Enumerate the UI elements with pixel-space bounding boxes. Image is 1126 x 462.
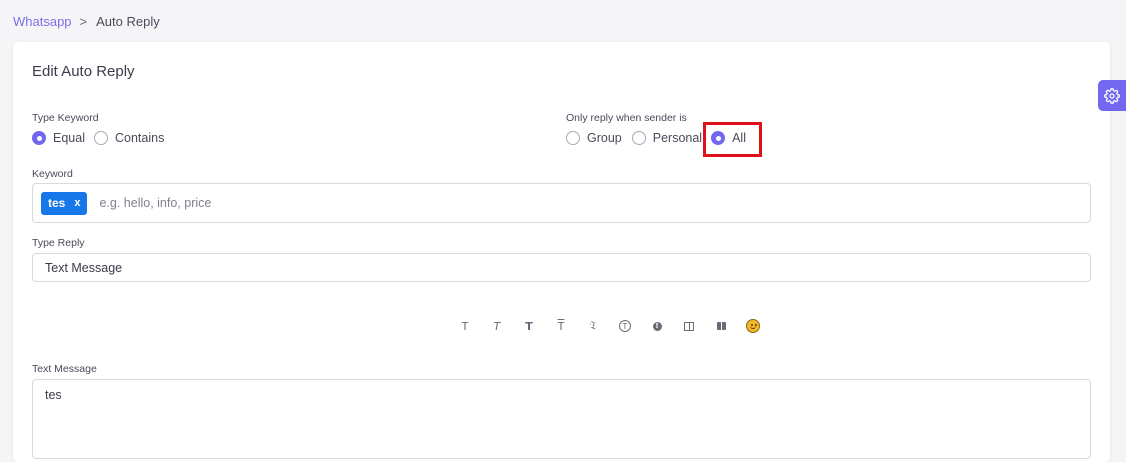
edit-auto-reply-card: Edit Auto Reply Type Keyword Equal Conta… (13, 42, 1110, 462)
columns-icon[interactable] (673, 321, 705, 331)
breadcrumb-separator: > (79, 13, 88, 29)
gear-icon (1104, 87, 1120, 104)
page-title: Edit Auto Reply (32, 63, 135, 80)
text-message-label: Text Message (32, 363, 97, 375)
breadcrumb-whatsapp-link[interactable]: Whatsapp (13, 14, 72, 29)
keyword-label: Keyword (32, 168, 73, 180)
sender-label: Only reply when sender is (566, 112, 687, 124)
radio-personal-label: Personal (652, 131, 703, 145)
radio-contains-input[interactable] (93, 131, 108, 145)
radio-personal-input[interactable] (631, 131, 646, 145)
keyword-input[interactable] (97, 195, 498, 211)
settings-button[interactable] (1098, 80, 1126, 111)
tag-remove-icon[interactable]: x (74, 197, 80, 209)
text-bold-icon[interactable]: T (513, 320, 545, 333)
book-icon[interactable] (705, 322, 737, 330)
breadcrumb: Whatsapp > Auto Reply (13, 12, 160, 30)
smile-emoji-icon[interactable] (737, 319, 769, 333)
radio-group-input[interactable] (566, 131, 580, 145)
radio-equal-input[interactable] (32, 131, 46, 145)
type-keyword-label: Type Keyword (32, 112, 99, 124)
radio-contains[interactable]: Contains (93, 131, 165, 145)
keyword-field[interactable]: tes x (32, 183, 1091, 223)
radio-equal[interactable]: Equal (32, 131, 85, 145)
text-strike-icon[interactable]: T (545, 320, 577, 333)
type-reply-select[interactable]: Text Message (32, 253, 1091, 282)
text-mono-icon[interactable]: 𝔗 (577, 319, 609, 333)
radio-personal[interactable]: Personal (631, 131, 703, 145)
type-keyword-radio-group: Equal Contains (32, 131, 164, 145)
highlight-box (703, 122, 762, 157)
text-italic-icon[interactable]: T (481, 320, 513, 333)
radio-group-label: Group (587, 131, 622, 145)
info-dot-icon[interactable]: ! (641, 321, 673, 331)
radio-equal-label: Equal (53, 131, 85, 145)
radio-contains-label: Contains (114, 131, 165, 145)
breadcrumb-current: Auto Reply (96, 13, 160, 29)
formatting-toolbar: T T T T 𝔗 T ! (449, 318, 769, 334)
keyword-tag-label: tes (48, 196, 66, 210)
text-normal-icon[interactable]: T (449, 320, 481, 333)
type-reply-label: Type Reply (32, 237, 85, 249)
keyword-tag: tes x (41, 191, 88, 215)
radio-group[interactable]: Group (566, 131, 622, 145)
text-message-textarea[interactable]: tes (32, 379, 1091, 459)
circle-t-icon[interactable]: T (609, 320, 641, 332)
